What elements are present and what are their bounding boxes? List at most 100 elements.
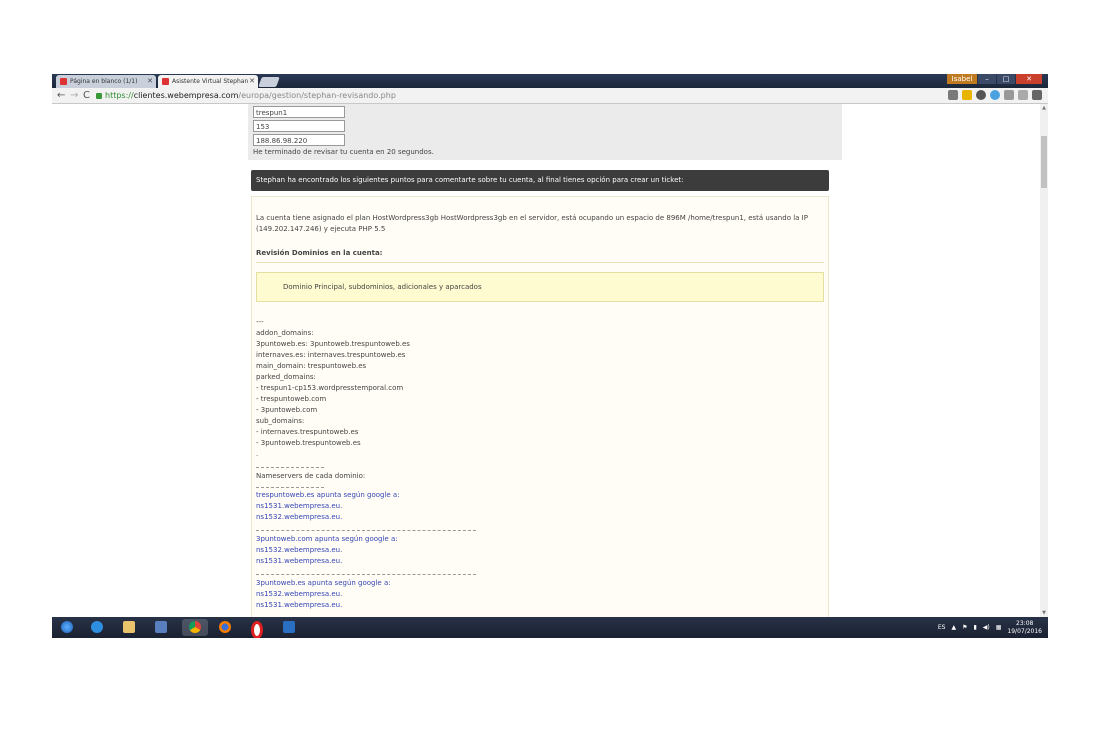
ns-entry[interactable]: ns1532.webempresa.eu. bbox=[256, 512, 400, 523]
chrome-glyph bbox=[189, 621, 201, 633]
ns-group: 3puntoweb.es apunta según google a: ns15… bbox=[256, 578, 391, 611]
scroll-thumb[interactable] bbox=[1041, 136, 1047, 188]
raw-line: parked_domains: bbox=[256, 373, 316, 381]
scroll-up-arrow-icon[interactable]: ▲ bbox=[1040, 104, 1048, 112]
ie-glyph bbox=[91, 621, 103, 633]
browser-toolbar: ← → C https://clientes.webempresa.com/eu… bbox=[52, 88, 1048, 104]
minimize-button[interactable]: – bbox=[978, 74, 996, 84]
ns-entry[interactable]: ns1531.webempresa.eu. bbox=[256, 501, 400, 512]
findings-banner: Stephan ha encontrado los siguientes pun… bbox=[251, 170, 829, 191]
page-viewport: trespun1 153 188.86.98.220 He terminado … bbox=[52, 104, 1040, 617]
ns-entry[interactable]: ns1531.webempresa.eu. bbox=[256, 600, 391, 611]
vertical-scrollbar[interactable]: ▲ ▼ bbox=[1040, 104, 1048, 617]
ns-group-title[interactable]: 3puntoweb.es apunta según google a: bbox=[256, 578, 391, 589]
tab-label: Página en blanco (1/1) bbox=[70, 78, 138, 85]
screen: Página en blanco (1/1) ✕ Asistente Virtu… bbox=[52, 74, 1048, 638]
favicon-icon bbox=[60, 78, 67, 85]
keyboard-icon[interactable]: ▦ bbox=[996, 624, 1002, 631]
raw-line: . bbox=[256, 450, 259, 458]
outlook-icon[interactable] bbox=[280, 619, 298, 636]
user-badge[interactable]: Isabel bbox=[947, 74, 977, 84]
language-indicator[interactable]: ES bbox=[938, 624, 946, 631]
start-orb bbox=[61, 621, 73, 633]
url-path: /europa/gestion/stephan-revisando.php bbox=[238, 91, 396, 100]
forward-arrow-icon[interactable]: → bbox=[70, 89, 78, 103]
raw-line: 3puntoweb.es: 3puntoweb.trespuntoweb.es bbox=[256, 340, 410, 348]
explorer-icon[interactable] bbox=[120, 619, 138, 636]
extension-icon[interactable] bbox=[990, 90, 1000, 100]
opera-icon[interactable] bbox=[248, 619, 266, 638]
clock[interactable]: 23:08 19/07/2016 bbox=[1007, 620, 1042, 636]
findings-panel: La cuenta tiene asignado el plan HostWor… bbox=[251, 196, 829, 617]
opera-glyph bbox=[251, 621, 263, 638]
nameservers-title: Nameservers de cada dominio: bbox=[256, 472, 366, 480]
plan-text: La cuenta tiene asignado el plan HostWor… bbox=[256, 214, 808, 233]
url-host: clientes.webempresa.com bbox=[133, 91, 239, 100]
volume-icon[interactable]: ◀) bbox=[983, 624, 990, 631]
network-icon[interactable]: ▮ bbox=[973, 624, 976, 631]
ie-icon[interactable] bbox=[88, 619, 106, 636]
account-info-box: trespun1 153 188.86.98.220 He terminado … bbox=[248, 104, 842, 160]
reload-icon[interactable]: C bbox=[83, 89, 90, 103]
raw-line: - 3puntoweb.trespuntoweb.es bbox=[256, 439, 361, 447]
close-window-button[interactable]: ✕ bbox=[1016, 74, 1042, 84]
firefox-icon[interactable] bbox=[216, 619, 234, 636]
cast-icon[interactable] bbox=[1004, 90, 1014, 100]
clock-date: 19/07/2016 bbox=[1007, 627, 1042, 635]
extension-icon[interactable] bbox=[1018, 90, 1028, 100]
domains-raw-list: --- addon_domains: 3puntoweb.es: 3puntow… bbox=[256, 317, 410, 460]
chrome-icon[interactable] bbox=[182, 619, 208, 636]
new-tab-button[interactable] bbox=[258, 77, 280, 87]
address-bar[interactable]: https://clientes.webempresa.com/europa/g… bbox=[96, 89, 966, 102]
tab-label: Asistente Virtual Stephan bbox=[172, 78, 249, 85]
username-field[interactable]: trespun1 bbox=[253, 106, 345, 118]
folder-glyph bbox=[123, 621, 135, 633]
extension-icon[interactable] bbox=[976, 90, 986, 100]
ns-entry[interactable]: ns1532.webempresa.eu. bbox=[256, 589, 391, 600]
ns-group-title[interactable]: 3puntoweb.com apunta según google a: bbox=[256, 534, 398, 545]
extension-icons bbox=[948, 90, 1042, 100]
server-field[interactable]: 153 bbox=[253, 120, 345, 132]
ns-group-title[interactable]: trespuntoweb.es apunta según google a: bbox=[256, 490, 400, 501]
clock-time: 23:08 bbox=[1016, 619, 1034, 627]
outlook-glyph bbox=[283, 621, 295, 633]
raw-line: main_domain: trespuntoweb.es bbox=[256, 362, 367, 370]
url-scheme: https:// bbox=[105, 91, 134, 100]
close-tab-icon[interactable]: ✕ bbox=[249, 75, 255, 88]
raw-line: - 3puntoweb.com bbox=[256, 406, 318, 414]
raw-line: - internaves.trespuntoweb.es bbox=[256, 428, 359, 436]
ns-entry[interactable]: ns1531.webempresa.eu. bbox=[256, 556, 398, 567]
ns-entry[interactable]: ns1532.webempresa.eu. bbox=[256, 545, 398, 556]
ns-group: 3puntoweb.com apunta según google a: ns1… bbox=[256, 534, 398, 567]
tray-expand-icon[interactable]: ▲ bbox=[951, 624, 956, 631]
menu-icon[interactable] bbox=[1032, 90, 1042, 100]
raw-line: addon_domains: bbox=[256, 329, 314, 337]
flag-icon[interactable]: ⚑ bbox=[962, 624, 967, 631]
bookmark-star-icon[interactable] bbox=[962, 90, 972, 100]
raw-line: - trespun1-cp153.wordpresstemporal.com bbox=[256, 384, 404, 392]
scroll-down-arrow-icon[interactable]: ▼ bbox=[1040, 609, 1048, 617]
close-tab-icon[interactable]: ✕ bbox=[147, 75, 153, 88]
media-player-icon[interactable] bbox=[152, 619, 170, 636]
raw-line: - trespuntoweb.com bbox=[256, 395, 327, 403]
raw-line: sub_domains: bbox=[256, 417, 305, 425]
media-glyph bbox=[155, 621, 167, 633]
windows-start-icon[interactable] bbox=[58, 619, 76, 636]
lock-icon bbox=[96, 92, 102, 99]
back-arrow-icon[interactable]: ← bbox=[57, 89, 65, 103]
raw-line: internaves.es: internaves.trespuntoweb.e… bbox=[256, 351, 406, 359]
translate-icon[interactable] bbox=[948, 90, 958, 100]
tab-blank-page[interactable]: Página en blanco (1/1) ✕ bbox=[56, 75, 156, 88]
domains-box: Dominio Principal, subdominios, adiciona… bbox=[256, 272, 824, 302]
divider bbox=[256, 487, 324, 488]
ns-group: trespuntoweb.es apunta según google a: n… bbox=[256, 490, 400, 523]
divider bbox=[256, 574, 476, 575]
divider bbox=[256, 530, 476, 531]
raw-line: --- bbox=[256, 318, 264, 326]
ip-field[interactable]: 188.86.98.220 bbox=[253, 134, 345, 146]
maximize-button[interactable]: □ bbox=[997, 74, 1015, 84]
tab-asistente[interactable]: Asistente Virtual Stephan ✕ bbox=[158, 75, 258, 88]
firefox-glyph bbox=[219, 621, 231, 633]
domains-heading: Revisión Dominios en la cuenta: bbox=[256, 249, 383, 257]
divider bbox=[256, 262, 824, 263]
